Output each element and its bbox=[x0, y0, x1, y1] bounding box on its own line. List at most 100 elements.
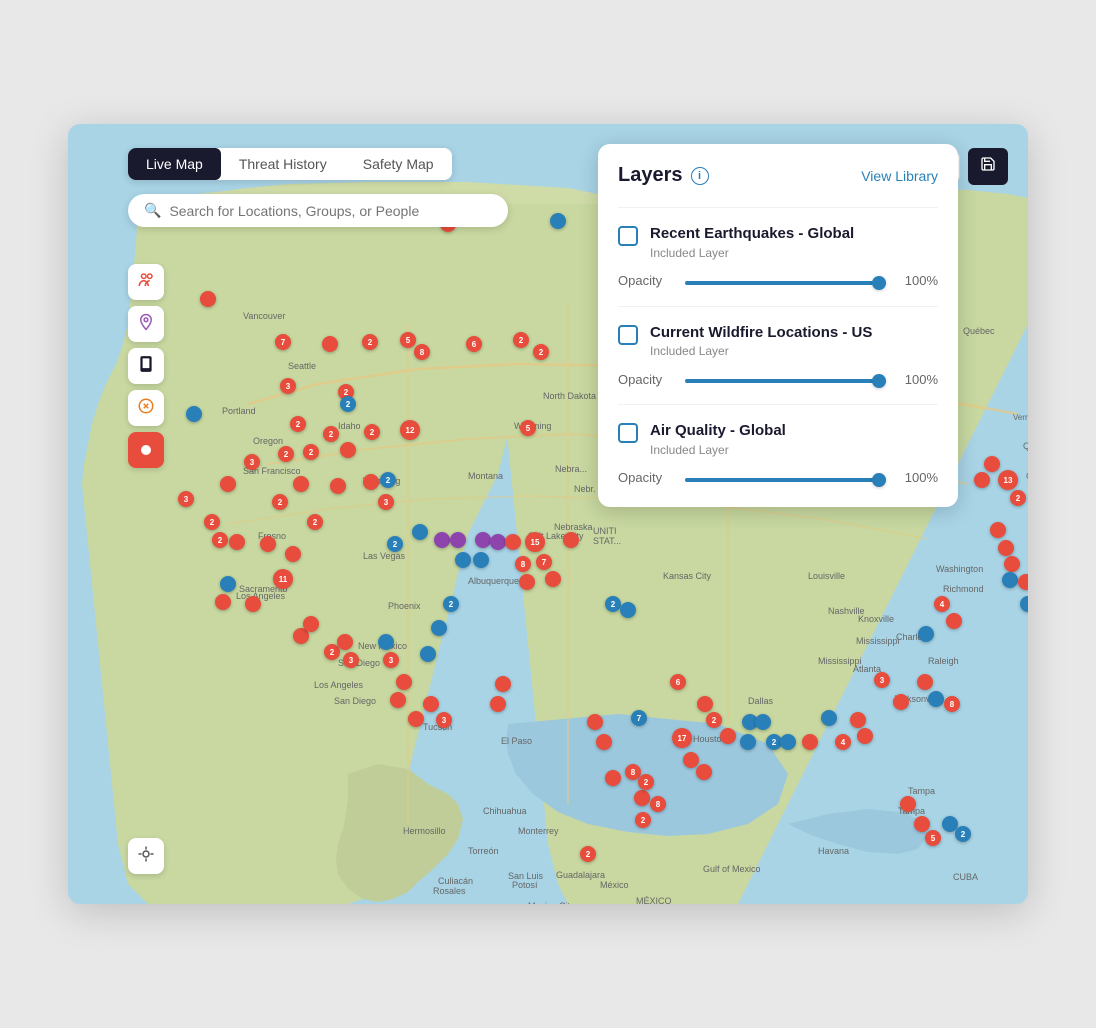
opacity-row-air-quality: Opacity 100% bbox=[618, 469, 938, 487]
svg-text:Salt Lake City: Salt Lake City bbox=[528, 531, 584, 541]
svg-text:Oregon: Oregon bbox=[253, 436, 283, 446]
svg-text:Charlotte: Charlotte bbox=[896, 632, 933, 642]
svg-text:Atlanta: Atlanta bbox=[853, 664, 881, 674]
opacity-label-earthquakes: Opacity bbox=[618, 273, 673, 288]
svg-text:Knoxville: Knoxville bbox=[858, 614, 894, 624]
save-btn[interactable] bbox=[968, 148, 1008, 185]
info-icon[interactable]: i bbox=[691, 167, 709, 185]
opacity-slider-wrap-earthquakes bbox=[685, 272, 886, 290]
opacity-slider-wrap-air-quality bbox=[685, 469, 886, 487]
svg-text:El Paso: El Paso bbox=[501, 736, 532, 746]
svg-text:UNITI: UNITI bbox=[593, 526, 617, 536]
save-icon bbox=[980, 159, 996, 176]
opacity-row-wildfires: Opacity 100% bbox=[618, 370, 938, 388]
svg-text:Tucson: Tucson bbox=[423, 722, 452, 732]
svg-text:Ottawa: Ottawa bbox=[1026, 471, 1028, 481]
layers-panel: Layers i View Library Recent Earthquakes… bbox=[598, 144, 958, 507]
opacity-label-wildfires: Opacity bbox=[618, 372, 673, 387]
search-icon: 🔍 bbox=[144, 202, 161, 219]
svg-text:Portland: Portland bbox=[222, 406, 256, 416]
opacity-label-air-quality: Opacity bbox=[618, 470, 673, 485]
layer-checkbox-earthquakes[interactable] bbox=[618, 226, 638, 246]
sidebar-people-btn[interactable] bbox=[128, 264, 164, 300]
layer-row-wildfires: Current Wildfire Locations - US Included… bbox=[618, 323, 938, 359]
svg-text:San Diego: San Diego bbox=[338, 658, 380, 668]
svg-text:Vancouver: Vancouver bbox=[243, 311, 285, 321]
svg-text:Louisville: Louisville bbox=[808, 571, 845, 581]
svg-text:Fresno: Fresno bbox=[258, 531, 286, 541]
layer-name-wildfires: Current Wildfire Locations - US bbox=[650, 323, 938, 343]
svg-text:North Dakota: North Dakota bbox=[543, 391, 596, 401]
layer-row-earthquakes: Recent Earthquakes - Global Included Lay… bbox=[618, 224, 938, 260]
red-dot-icon bbox=[141, 445, 151, 455]
svg-text:Québec: Québec bbox=[963, 326, 995, 336]
tab-live-map[interactable]: Live Map bbox=[128, 148, 221, 180]
sidebar-location-btn[interactable] bbox=[128, 306, 164, 342]
sidebar-phone-btn[interactable] bbox=[128, 348, 164, 384]
svg-text:Mississippi: Mississippi bbox=[856, 636, 900, 646]
layer-sub-earthquakes: Included Layer bbox=[650, 246, 938, 260]
svg-text:Tampa: Tampa bbox=[898, 806, 925, 816]
svg-text:Monterrey: Monterrey bbox=[518, 826, 559, 836]
svg-text:Gulf of Mexico: Gulf of Mexico bbox=[703, 864, 761, 874]
layer-checkbox-wildfires[interactable] bbox=[618, 325, 638, 345]
layer-name-earthquakes: Recent Earthquakes - Global bbox=[650, 224, 938, 244]
opacity-slider-wildfires[interactable] bbox=[685, 379, 886, 383]
svg-text:Dallas: Dallas bbox=[748, 696, 774, 706]
svg-text:Albuquerque: Albuquerque bbox=[468, 576, 519, 586]
svg-text:Nebr.: Nebr. bbox=[574, 484, 596, 494]
svg-text:Nebra...: Nebra... bbox=[555, 464, 587, 474]
layer-row-air-quality: Air Quality - Global Included Layer bbox=[618, 421, 938, 457]
svg-text:CUBA: CUBA bbox=[953, 872, 978, 882]
layer-info-wildfires: Current Wildfire Locations - US Included… bbox=[650, 323, 938, 359]
layers-title-text: Layers bbox=[618, 164, 683, 187]
sidebar-alert-btn[interactable] bbox=[128, 390, 164, 426]
svg-text:Sacramento: Sacramento bbox=[239, 584, 288, 594]
svg-text:Rosales: Rosales bbox=[433, 886, 466, 896]
svg-text:Montana: Montana bbox=[468, 471, 503, 481]
view-library-link[interactable]: View Library bbox=[861, 168, 938, 184]
svg-text:Culiacán: Culiacán bbox=[438, 876, 473, 886]
tab-threat-history[interactable]: Threat History bbox=[221, 148, 345, 180]
tab-safety-map[interactable]: Safety Map bbox=[345, 148, 452, 180]
current-location-btn[interactable] bbox=[128, 838, 164, 874]
svg-text:Washington: Washington bbox=[936, 564, 983, 574]
layer-info-earthquakes: Recent Earthquakes - Global Included Lay… bbox=[650, 224, 938, 260]
svg-text:Los Angeles: Los Angeles bbox=[314, 680, 364, 690]
people-icon bbox=[137, 271, 155, 294]
search-input[interactable] bbox=[169, 203, 492, 219]
crosshair-icon bbox=[137, 845, 155, 868]
svg-text:Houston: Houston bbox=[693, 734, 727, 744]
opacity-slider-earthquakes[interactable] bbox=[685, 281, 886, 285]
opacity-slider-air-quality[interactable] bbox=[685, 478, 886, 482]
phone-icon bbox=[137, 355, 155, 378]
layer-sub-air-quality: Included Layer bbox=[650, 443, 938, 457]
svg-text:New Mexico: New Mexico bbox=[358, 641, 407, 651]
svg-text:Que...: Que... bbox=[1023, 441, 1028, 451]
svg-text:Jacksonville: Jacksonville bbox=[893, 694, 942, 704]
layer-item-air-quality: Air Quality - Global Included Layer Opac… bbox=[618, 404, 938, 487]
svg-text:Havana: Havana bbox=[818, 846, 849, 856]
svg-text:STAT...: STAT... bbox=[593, 536, 621, 546]
svg-text:San Diego: San Diego bbox=[334, 696, 376, 706]
svg-text:San Francisco: San Francisco bbox=[243, 466, 301, 476]
top-nav: Live Map Threat History Safety Map bbox=[128, 148, 452, 180]
svg-text:Hermosillo: Hermosillo bbox=[403, 826, 446, 836]
sidebar-red-dot-btn[interactable] bbox=[128, 432, 164, 468]
layer-item-earthquakes: Recent Earthquakes - Global Included Lay… bbox=[618, 207, 938, 306]
svg-text:Potosí: Potosí bbox=[512, 880, 538, 890]
svg-text:Mexico City: Mexico City bbox=[528, 901, 575, 904]
svg-text:Tampa: Tampa bbox=[908, 786, 935, 796]
svg-text:Phoenix: Phoenix bbox=[388, 601, 421, 611]
layers-header: Layers i View Library bbox=[618, 164, 938, 187]
svg-text:MÉXICO: MÉXICO bbox=[636, 896, 672, 904]
svg-text:Las Vegas: Las Vegas bbox=[363, 551, 406, 561]
svg-text:Raleigh: Raleigh bbox=[928, 656, 959, 666]
layer-name-air-quality: Air Quality - Global bbox=[650, 421, 938, 441]
opacity-row-earthquakes: Opacity 100% bbox=[618, 272, 938, 290]
svg-text:Richmond: Richmond bbox=[943, 584, 984, 594]
svg-text:Kansas City: Kansas City bbox=[663, 571, 712, 581]
svg-text:Guadalajara: Guadalajara bbox=[556, 870, 605, 880]
layer-checkbox-air-quality[interactable] bbox=[618, 423, 638, 443]
svg-text:Vermont: Vermont bbox=[1013, 413, 1028, 422]
